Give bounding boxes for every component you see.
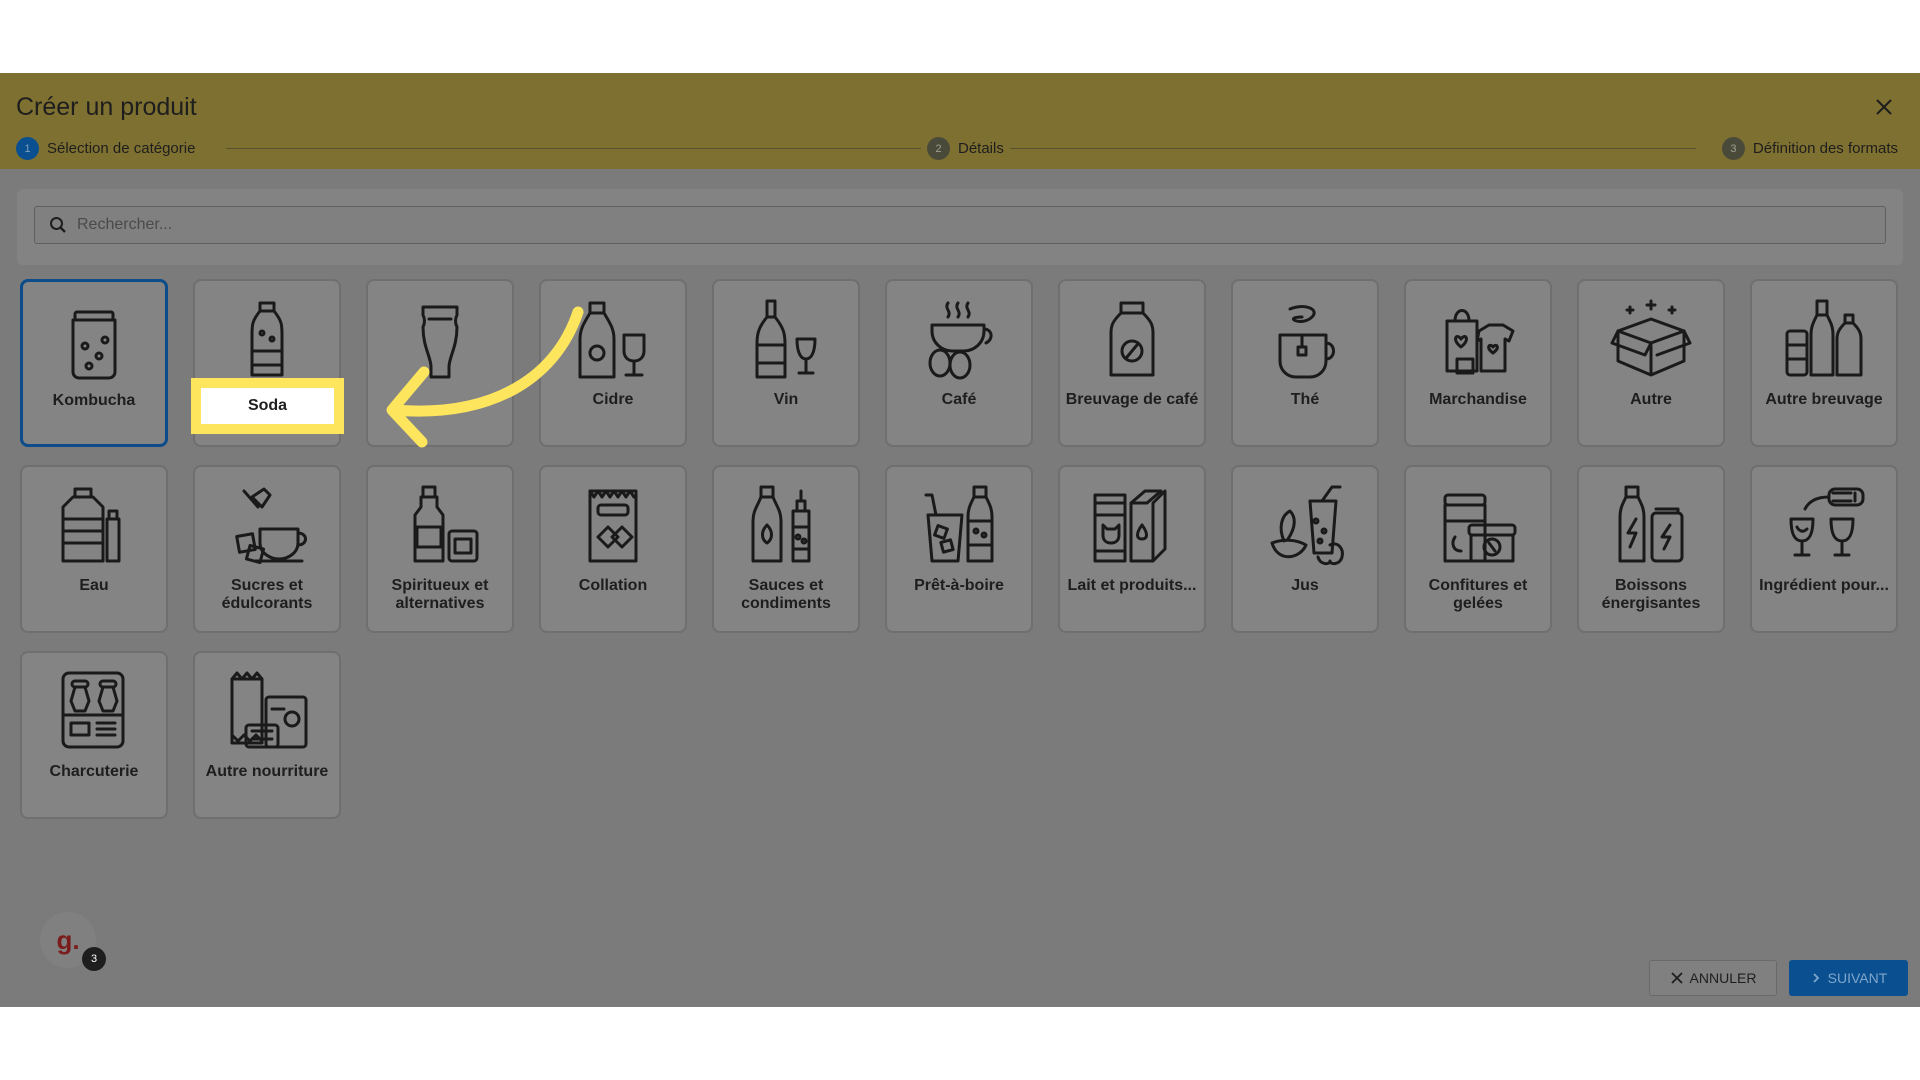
category-label: Breuvage de café: [1065, 391, 1199, 408]
notification-badge: 3: [82, 947, 106, 971]
stepper: 1 Sélection de catégorie 2 Détails 3 Déf…: [16, 137, 1904, 160]
avatar-letter: g.: [56, 924, 80, 955]
step-connector: [226, 148, 926, 149]
category-label: Ingrédient pour...: [1759, 577, 1889, 594]
category-label: Café: [941, 391, 977, 408]
next-button[interactable]: SUIVANT: [1789, 960, 1908, 996]
water-jug-icon: [61, 487, 121, 563]
coffee-drink-bottle-icon: [1109, 301, 1155, 377]
category-tile[interactable]: Boissons énergisantes: [1577, 465, 1725, 633]
category-label: Kombucha: [52, 392, 136, 409]
category-label: Prêt-à-boire: [914, 577, 1004, 594]
category-label: Autre nourriture: [205, 763, 329, 780]
step-details[interactable]: 2 Détails: [921, 137, 1010, 160]
merchandise-icon: [1445, 309, 1515, 375]
cancel-button[interactable]: ANNULER: [1649, 960, 1777, 996]
sauce-bottle-icon: [751, 485, 811, 563]
other-food-icon: [230, 671, 308, 749]
category-label: Marchandise: [1429, 391, 1527, 408]
close-icon[interactable]: [1872, 95, 1896, 119]
spirits-bottle-icon: [413, 485, 479, 563]
modal-header: Créer un produit 1 Sélection de catégori…: [0, 73, 1920, 169]
tea-cup-icon: [1278, 305, 1335, 379]
category-tile[interactable]: Autre breuvage: [1750, 279, 1898, 447]
modal-title: Créer un produit: [16, 93, 197, 121]
category-label: Boissons énergisantes: [1601, 577, 1701, 612]
step-number: 1: [16, 137, 39, 160]
highlight-label: Soda: [201, 388, 334, 424]
category-label: Charcuterie: [49, 763, 139, 780]
soda-bottle-icon: [250, 301, 284, 377]
category-tile[interactable]: Ingrédient pour...: [1750, 465, 1898, 633]
step-number: 2: [927, 137, 950, 160]
ingredient-icon: [1789, 487, 1865, 557]
category-label: Confitures et gelées: [1428, 577, 1528, 612]
category-tile[interactable]: Vin: [712, 279, 860, 447]
step-label: Sélection de catégorie: [47, 140, 196, 157]
charcuterie-icon: [61, 671, 125, 749]
category-tile[interactable]: Sucres et édulcorants: [193, 465, 341, 633]
category-label: Thé: [1290, 391, 1320, 408]
coffee-cup-icon: [928, 301, 993, 380]
category-tile[interactable]: Spiritueux et alternatives: [366, 465, 514, 633]
tutorial-highlight: Soda: [191, 378, 344, 434]
category-tile[interactable]: Autre nourriture: [193, 651, 341, 819]
category-tile[interactable]: Sauces et condiments: [712, 465, 860, 633]
category-tile[interactable]: Café: [885, 279, 1033, 447]
cancel-label: ANNULER: [1689, 970, 1757, 986]
next-label: SUIVANT: [1827, 970, 1888, 986]
open-box-icon: [1610, 299, 1692, 377]
category-label: Vin: [773, 391, 799, 408]
step-label: Définition des formats: [1752, 140, 1898, 157]
chevron-right-icon: [1813, 973, 1819, 983]
category-tile[interactable]: Collation: [539, 465, 687, 633]
category-label: Autre breuvage: [1765, 391, 1883, 408]
search-icon: [50, 217, 66, 233]
category-tile[interactable]: Lait et produits...: [1058, 465, 1206, 633]
category-tile[interactable]: Autre: [1577, 279, 1725, 447]
sugar-icon: [235, 487, 307, 565]
jam-jar-icon: [1443, 493, 1517, 563]
category-label: Spiritueux et alternatives: [391, 577, 489, 612]
ready-to-drink-icon: [924, 485, 994, 563]
step-connector: [1006, 148, 1696, 149]
step-category[interactable]: 1 Sélection de catégorie: [16, 137, 202, 160]
category-tile[interactable]: Marchandise: [1404, 279, 1552, 447]
juice-icon: [1270, 485, 1344, 566]
step-label: Détails: [958, 140, 1004, 157]
create-product-modal: Créer un produit 1 Sélection de catégori…: [0, 73, 1920, 1007]
category-label: Sucres et édulcorants: [221, 577, 313, 612]
category-tile[interactable]: Prêt-à-boire: [885, 465, 1033, 633]
other-beverage-icon: [1785, 299, 1863, 377]
category-tile[interactable]: Confitures et gelées: [1404, 465, 1552, 633]
category-label: Collation: [578, 577, 648, 594]
close-icon: [1670, 972, 1683, 984]
category-tile[interactable]: Jus: [1231, 465, 1379, 633]
category-label: Sauces et condiments: [741, 577, 831, 612]
category-tile[interactable]: Thé: [1231, 279, 1379, 447]
step-number: 3: [1721, 137, 1745, 160]
category-tile[interactable]: Breuvage de café: [1058, 279, 1206, 447]
energy-drink-icon: [1618, 485, 1684, 563]
search-field[interactable]: [34, 206, 1886, 244]
step-formats[interactable]: 3 Définition des formats: [1715, 137, 1904, 160]
kombucha-jar-icon: [71, 310, 117, 380]
wine-bottle-icon: [755, 299, 817, 379]
category-tile[interactable]: Charcuterie: [20, 651, 168, 819]
category-tile[interactable]: Eau: [20, 465, 168, 633]
milk-products-icon: [1093, 489, 1167, 563]
search-input[interactable]: [77, 216, 1777, 234]
category-label: Lait et produits...: [1067, 577, 1197, 594]
category-label: Eau: [79, 577, 109, 594]
category-label: Jus: [1291, 577, 1319, 594]
category-label: Autre: [1630, 391, 1672, 408]
category-tile[interactable]: Kombucha: [20, 279, 168, 447]
tutorial-arrow-icon: [386, 306, 584, 448]
snack-bag-icon: [588, 489, 638, 563]
